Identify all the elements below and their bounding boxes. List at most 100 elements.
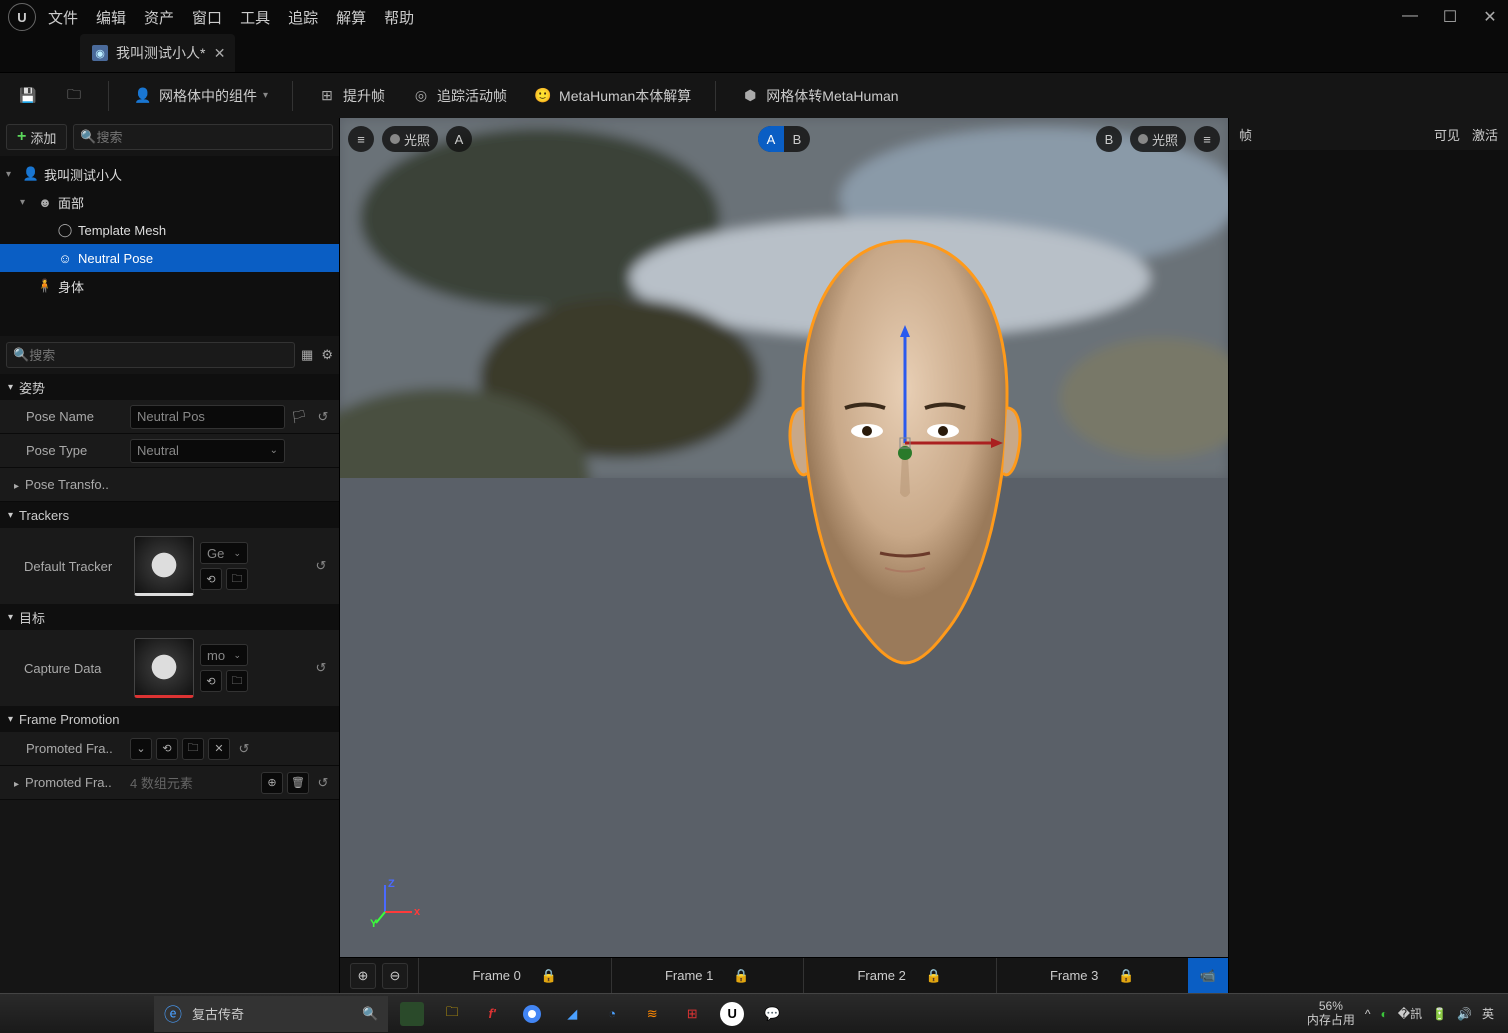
sync-icon[interactable]: ⟲ [156, 738, 178, 760]
outliner-search-input[interactable] [97, 130, 326, 145]
dropdown-icon[interactable]: ⌄ [130, 738, 152, 760]
frame-remove[interactable]: ⊖ [382, 963, 408, 989]
search-icon[interactable]: 🔍 [362, 1006, 378, 1022]
track-active-frame-button[interactable]: ◎追踪活动帧 [401, 79, 517, 113]
menu-solve[interactable]: 解算 [336, 7, 366, 28]
clear-icon[interactable]: 🗑 [287, 772, 309, 794]
menu-asset[interactable]: 资产 [144, 7, 174, 28]
browse-button[interactable]: 🗀 [54, 79, 94, 113]
viewport-lighting-right[interactable]: 光照 [1130, 126, 1186, 152]
visible-column-label[interactable]: 可见 [1434, 125, 1460, 144]
ue-logo[interactable]: U [8, 3, 36, 31]
ime-indicator[interactable]: 英 [1482, 1005, 1494, 1022]
window-maximize[interactable]: ☐ [1440, 7, 1460, 27]
browse-icon[interactable]: 🗀 [226, 568, 248, 590]
add-button[interactable]: +添加 [6, 124, 67, 150]
viewport-b-right[interactable]: B [1096, 126, 1122, 152]
section-target[interactable]: ▾目标 [0, 604, 339, 630]
taskbar-wechat[interactable]: 💬 [760, 1002, 784, 1026]
menu-help[interactable]: 帮助 [384, 7, 414, 28]
frame-slot-3[interactable]: Frame 3🔒 [996, 958, 1189, 994]
volume-icon[interactable]: 🔊 [1457, 1007, 1472, 1021]
section-pose[interactable]: ▾姿势 [0, 374, 339, 400]
ab-b[interactable]: B [784, 126, 810, 152]
viewport[interactable]: ≡ 光照 A A B B 光照 ≡ Z x Y [340, 118, 1228, 957]
delete-icon[interactable]: ✕ [208, 738, 230, 760]
taskbar-app-5[interactable]: ◢ [560, 1002, 584, 1026]
tree-template-mesh[interactable]: ◯Template Mesh [0, 216, 339, 244]
window-minimize[interactable]: — [1400, 7, 1420, 27]
wifi-icon[interactable]: �訊 [1398, 1005, 1422, 1022]
camera-button[interactable]: 📹 [1188, 958, 1228, 994]
editor-tab[interactable]: ◉ 我叫测试小人* ✕ [80, 34, 235, 72]
taskbar-explorer[interactable]: 🗀 [440, 1002, 464, 1026]
outliner-search[interactable]: 🔍 [73, 124, 333, 150]
reset-icon[interactable]: ↺ [311, 558, 331, 574]
expand-icon[interactable]: ▾ [20, 197, 32, 208]
menu-tool[interactable]: 工具 [240, 7, 270, 28]
flag-icon[interactable]: 🏳 [289, 409, 309, 425]
expand-icon[interactable]: ▾ [6, 169, 18, 180]
frame-slot-0[interactable]: Frame 0🔒 [418, 958, 611, 994]
window-close[interactable]: ✕ [1480, 7, 1500, 27]
promoted-fra-array-label[interactable]: ▸Promoted Fra.. [0, 775, 130, 790]
grid-view-icon[interactable]: ▦ [301, 347, 313, 363]
taskbar-office[interactable]: ⊞ [680, 1002, 704, 1026]
battery-icon[interactable]: 🔋 [1432, 1007, 1447, 1021]
activate-column-label[interactable]: 激活 [1472, 125, 1498, 144]
components-dropdown[interactable]: 👤网格体中的组件▾ [123, 79, 278, 113]
taskbar-app-7[interactable]: ≋ [640, 1002, 664, 1026]
mesh-to-mh-button[interactable]: ⬢网格体转MetaHuman [730, 79, 908, 113]
tracker-thumbnail[interactable] [134, 536, 194, 596]
tab-close[interactable]: ✕ [214, 45, 226, 62]
browse-icon[interactable]: 🗀 [226, 670, 248, 692]
use-selected-icon[interactable]: ⟲ [200, 670, 222, 692]
taskbar-app-1[interactable] [400, 1002, 424, 1026]
taskbar-chrome[interactable] [520, 1002, 544, 1026]
tray-icon-1[interactable]: ◐ [1381, 1007, 1388, 1021]
ab-a[interactable]: A [758, 126, 784, 152]
section-trackers[interactable]: ▾Trackers [0, 502, 339, 528]
viewport-a-left[interactable]: A [446, 126, 472, 152]
frame-add[interactable]: ⊕ [350, 963, 376, 989]
metahuman-solve-button[interactable]: 🙂MetaHuman本体解算 [523, 79, 701, 113]
viewport-menu[interactable]: ≡ [348, 126, 374, 152]
tree-body[interactable]: 🧍身体 [0, 272, 339, 300]
pose-transform-label[interactable]: ▸Pose Transfo.. [0, 477, 130, 492]
menu-file[interactable]: 文件 [48, 7, 78, 28]
reset-icon[interactable]: ↺ [311, 660, 331, 676]
pose-name-input[interactable]: Neutral Pos [130, 405, 285, 429]
tree-face[interactable]: ▾☻面部 [0, 188, 339, 216]
add-element-icon[interactable]: ⊕ [261, 772, 283, 794]
frame-slot-2[interactable]: Frame 2🔒 [803, 958, 996, 994]
tray-expand-icon[interactable]: ^ [1365, 1007, 1371, 1021]
tree-root[interactable]: ▾👤我叫测试小人 [0, 160, 339, 188]
pose-type-dropdown[interactable]: Neutral⌄ [130, 439, 285, 463]
promote-frame-button[interactable]: ⊞提升帧 [307, 79, 395, 113]
reset-icon[interactable]: ↺ [234, 741, 254, 757]
use-selected-icon[interactable]: ⟲ [200, 568, 222, 590]
viewport-ab-toggle[interactable]: A B [758, 126, 810, 152]
section-frame-promotion[interactable]: ▾Frame Promotion [0, 706, 339, 732]
reset-icon[interactable]: ↺ [313, 775, 333, 791]
taskbar-unreal[interactable]: U [720, 1002, 744, 1026]
viewport-lighting-left[interactable]: 光照 [382, 126, 438, 152]
viewport-menu-right[interactable]: ≡ [1194, 126, 1220, 152]
folder-icon[interactable]: 🗀 [182, 738, 204, 760]
taskbar-app-6[interactable]: ◔ [600, 1002, 624, 1026]
tracker-dropdown[interactable]: Ge⌄ [200, 542, 248, 564]
menu-track[interactable]: 追踪 [288, 7, 318, 28]
save-button[interactable]: 💾 [8, 79, 48, 113]
reset-icon[interactable]: ↺ [313, 409, 333, 425]
taskbar-app-3[interactable]: f' [480, 1002, 504, 1026]
details-search[interactable]: 🔍 [6, 342, 295, 368]
tree-neutral-pose[interactable]: ☺Neutral Pose [0, 244, 339, 272]
menu-window[interactable]: 窗口 [192, 7, 222, 28]
frame-slot-1[interactable]: Frame 1🔒 [611, 958, 804, 994]
taskbar-search[interactable]: ⓔ 复古传奇 🔍 [154, 996, 388, 1032]
menu-edit[interactable]: 编辑 [96, 7, 126, 28]
capture-dropdown[interactable]: mo⌄ [200, 644, 248, 666]
details-search-input[interactable] [29, 348, 288, 363]
gear-icon[interactable]: ⚙ [321, 347, 333, 363]
memory-usage[interactable]: 56%内存占用 [1307, 1000, 1355, 1026]
